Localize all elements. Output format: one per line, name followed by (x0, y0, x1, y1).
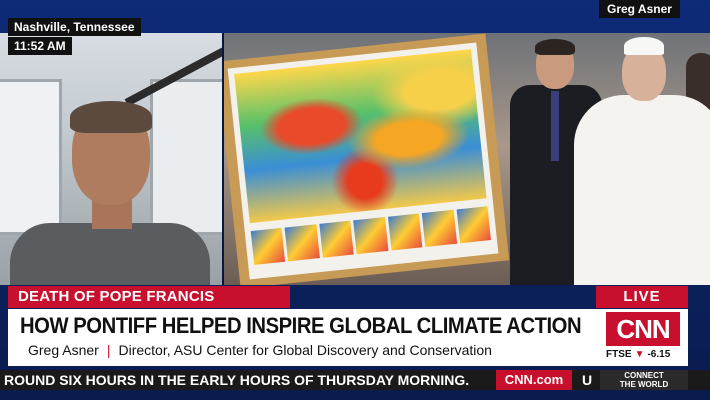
separator: | (106, 342, 111, 358)
kicker-banner: DEATH OF POPE FRANCIS (8, 286, 290, 308)
ticker-site-logo: CNN.com (496, 370, 572, 390)
map-thumbnail (421, 209, 457, 247)
ftse-ticker: FTSE ▼ -6.15 (606, 349, 670, 360)
pope-figure (564, 35, 710, 285)
ftse-label: FTSE (606, 349, 632, 360)
time-label: 11:52 AM (8, 37, 72, 55)
map-thumbnail (284, 224, 320, 262)
connect-line-1: CONNECT (624, 371, 664, 380)
tie (551, 91, 559, 161)
connect-line-2: THE WORLD (619, 380, 669, 389)
world-heatmap (234, 49, 487, 224)
climate-map-board (224, 33, 510, 285)
live-badge: LIVE (596, 286, 688, 308)
cnn-logo: CNN (606, 312, 680, 346)
studio-photo (224, 33, 710, 285)
guest-shirt (10, 223, 210, 285)
map-thumbnail (250, 227, 286, 265)
map-thumbnail (456, 206, 491, 244)
guest-name-tag: Greg Asner (599, 0, 680, 18)
ftse-change: -6.15 (647, 349, 671, 360)
map-thumbnail (353, 217, 389, 255)
speaker-title: Director, ASU Center for Global Discover… (118, 342, 492, 358)
white-robe (574, 95, 710, 285)
zucchetto (624, 37, 664, 55)
remote-guest-video (0, 33, 224, 285)
map-thumbnail (387, 213, 423, 251)
headline: HOW PONTIFF HELPED INSPIRE GLOBAL CLIMAT… (20, 313, 582, 338)
ticker-text: ROUND SIX HOURS IN THE EARLY HOURS OF TH… (4, 372, 470, 388)
down-arrow-icon: ▼ (634, 349, 645, 360)
guest-hair (70, 101, 152, 133)
speaker-name: Greg Asner (28, 342, 99, 358)
map-poster (227, 42, 499, 280)
location-label: Nashville, Tennessee (8, 18, 141, 36)
ticker-next-text: U (582, 372, 593, 388)
guest-figure (10, 101, 210, 285)
speaker-line: Greg Asner | Director, ASU Center for Glob… (28, 342, 492, 358)
connect-the-world-badge: CONNECT THE WORLD (600, 370, 688, 390)
map-thumbnail (319, 220, 354, 258)
